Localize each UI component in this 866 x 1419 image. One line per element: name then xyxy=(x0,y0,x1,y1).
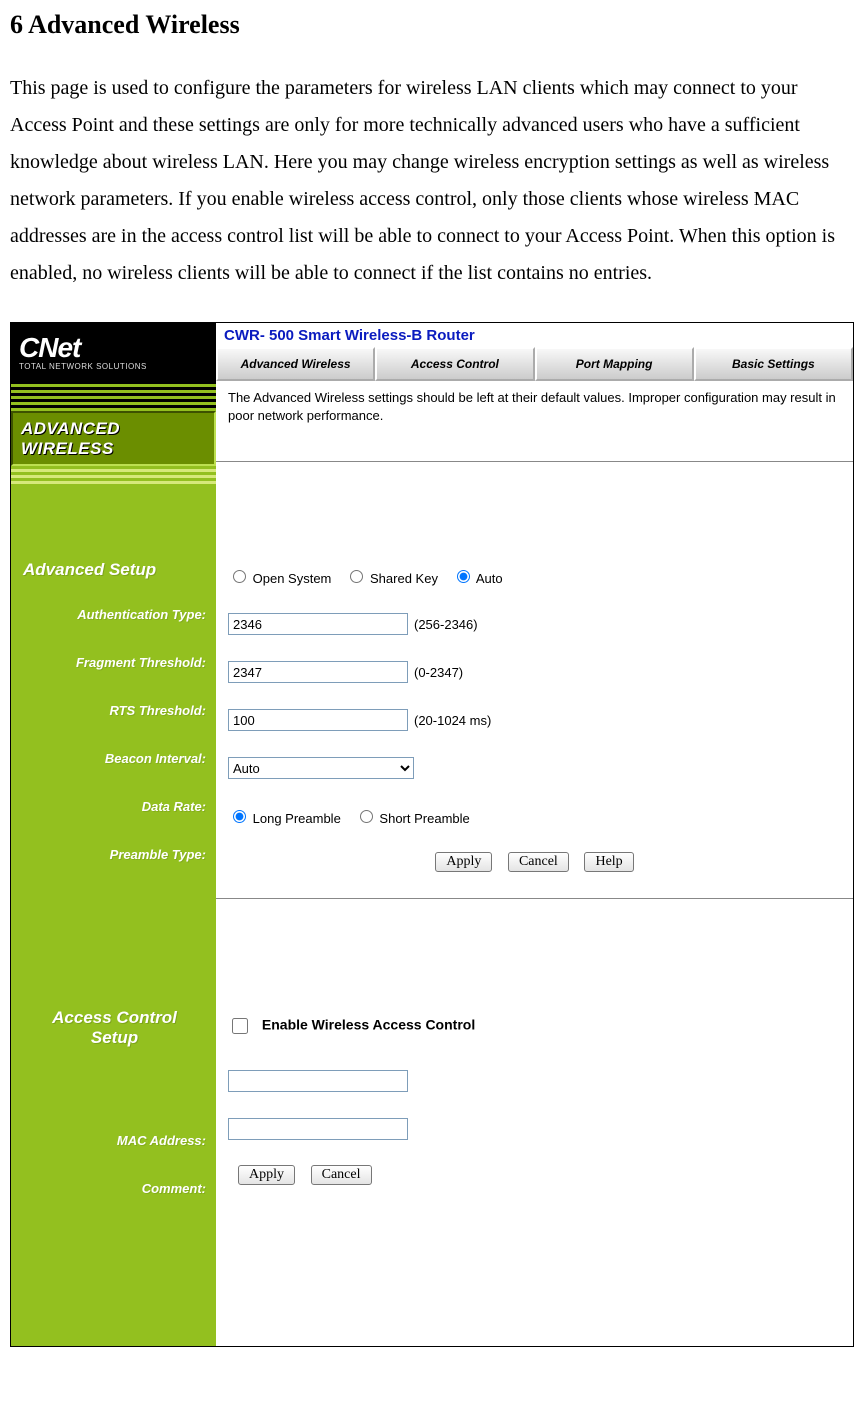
divider xyxy=(216,461,853,462)
logo-text: CNet xyxy=(19,334,208,362)
rts-input[interactable] xyxy=(228,661,408,683)
enable-access-control-checkbox[interactable] xyxy=(232,1018,248,1034)
page-title-badge: ADVANCED WIRELESS xyxy=(11,411,216,466)
button-row-2: Apply Cancel xyxy=(228,1153,841,1203)
label-comment: Comment: xyxy=(11,1164,216,1212)
label-beacon: Beacon Interval: xyxy=(11,734,216,782)
comment-input[interactable] xyxy=(228,1118,408,1140)
product-title: CWR- 500 Smart Wireless-B Router xyxy=(216,323,853,347)
radio-short-preamble[interactable]: Short Preamble xyxy=(355,807,470,826)
tab-port-mapping[interactable]: Port Mapping xyxy=(535,347,694,381)
tab-basic-settings[interactable]: Basic Settings xyxy=(694,347,853,381)
description: The Advanced Wireless settings should be… xyxy=(228,389,841,425)
decoration-stripes xyxy=(11,381,216,411)
preamble-row: Long Preamble Short Preamble xyxy=(228,792,841,840)
doc-heading: 6 Advanced Wireless xyxy=(10,10,856,40)
auth-type-row: Open System Shared Key Auto xyxy=(228,552,841,600)
radio-shared-key[interactable]: Shared Key xyxy=(345,567,438,586)
beacon-row: (20-1024 ms) xyxy=(228,696,841,744)
label-fragment: Fragment Threshold: xyxy=(11,638,216,686)
data-rate-row: Auto xyxy=(228,744,841,792)
logo: CNet TOTAL NETWORK SOLUTIONS xyxy=(11,323,216,381)
tab-advanced-wireless[interactable]: Advanced Wireless xyxy=(216,347,375,381)
label-mac: MAC Address: xyxy=(11,1116,216,1164)
tab-access-control[interactable]: Access Control xyxy=(375,347,534,381)
label-preamble: Preamble Type: xyxy=(11,830,216,878)
data-rate-select[interactable]: Auto xyxy=(228,757,414,779)
apply-button[interactable]: Apply xyxy=(435,852,492,872)
doc-body: This page is used to configure the param… xyxy=(10,70,856,292)
enable-access-control-label: Enable Wireless Access Control xyxy=(262,1017,475,1033)
section-advanced-setup: Advanced Setup xyxy=(11,540,216,586)
content-area: The Advanced Wireless settings should be… xyxy=(216,381,853,1346)
tab-bar: Advanced Wireless Access Control Port Ma… xyxy=(216,347,853,381)
beacon-hint: (20-1024 ms) xyxy=(414,713,491,728)
radio-long-preamble[interactable]: Long Preamble xyxy=(228,807,341,826)
rts-hint: (0-2347) xyxy=(414,665,463,680)
radio-open-system[interactable]: Open System xyxy=(228,567,331,586)
mac-row xyxy=(228,1057,841,1105)
sidebar: ADVANCED WIRELESS Advanced Setup Authent… xyxy=(11,381,216,1346)
mac-input[interactable] xyxy=(228,1070,408,1092)
cancel-button[interactable]: Cancel xyxy=(508,852,569,872)
fragment-input[interactable] xyxy=(228,613,408,635)
logo-subtext: TOTAL NETWORK SOLUTIONS xyxy=(19,362,208,371)
fragment-hint: (256-2346) xyxy=(414,617,478,632)
label-rts: RTS Threshold: xyxy=(11,686,216,734)
button-row-1: Apply Cancel Help xyxy=(228,840,841,890)
enable-access-control-row: Enable Wireless Access Control xyxy=(228,999,841,1045)
router-screenshot: CNet TOTAL NETWORK SOLUTIONS CWR- 500 Sm… xyxy=(10,322,854,1347)
comment-row xyxy=(228,1105,841,1153)
decoration-stripes xyxy=(11,466,216,484)
help-button[interactable]: Help xyxy=(584,852,633,872)
divider xyxy=(216,898,853,899)
section-access-control: Access Control Setup xyxy=(11,988,216,1054)
beacon-input[interactable] xyxy=(228,709,408,731)
fragment-row: (256-2346) xyxy=(228,600,841,648)
apply-button-2[interactable]: Apply xyxy=(238,1165,295,1185)
label-data-rate: Data Rate: xyxy=(11,782,216,830)
rts-row: (0-2347) xyxy=(228,648,841,696)
cancel-button-2[interactable]: Cancel xyxy=(311,1165,372,1185)
radio-auto[interactable]: Auto xyxy=(452,567,503,586)
label-auth-type: Authentication Type: xyxy=(11,590,216,638)
